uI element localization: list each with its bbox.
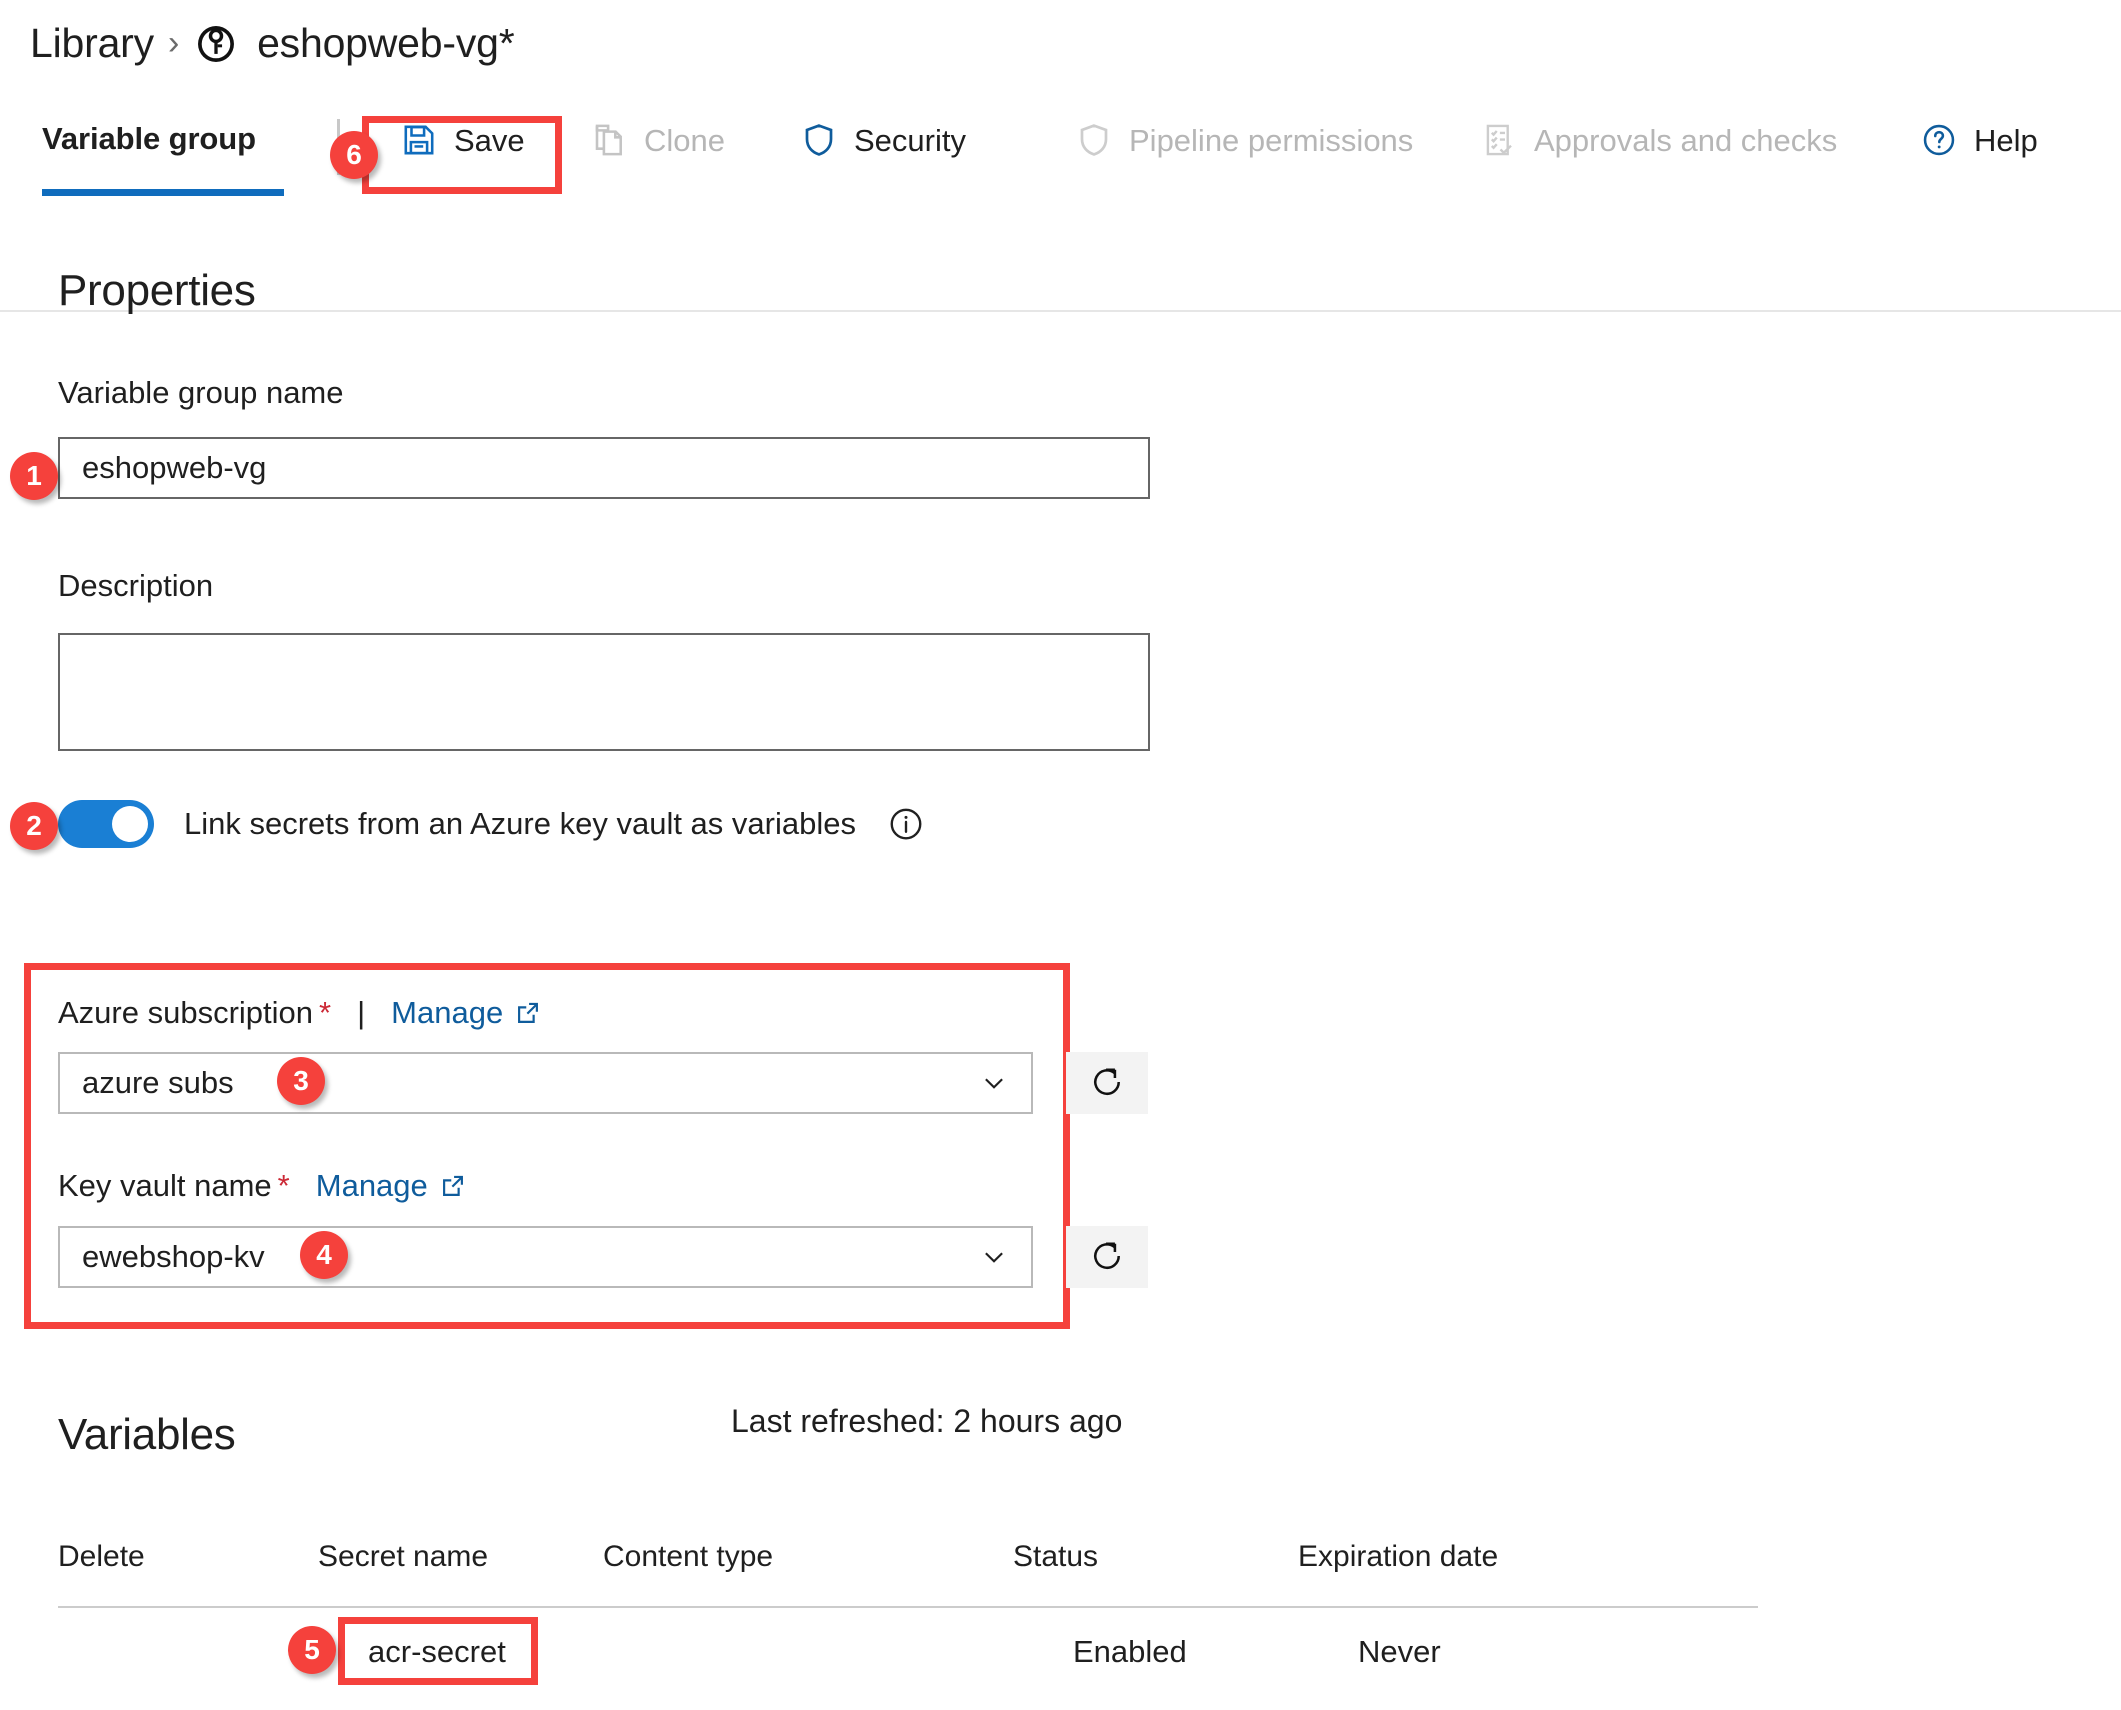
key-vault-required-mark: * [277,1168,290,1203]
step-badge-1: 1 [10,452,58,500]
step-badge-4: 4 [300,1231,348,1279]
help-button[interactable]: Help [1920,121,2038,159]
azure-subscription-value: azure subs [82,1065,234,1100]
key-vault-name-dropdown[interactable]: ewebshop-kv [58,1226,1033,1288]
save-highlight-box [362,116,562,194]
step-badge-5: 5 [288,1626,336,1674]
chevron-down-icon [979,1068,1009,1098]
refresh-icon-keyvault [1088,1237,1126,1278]
variable-group-name-label: Variable group name [58,375,344,410]
label-pipe-separator: | [357,995,366,1030]
refresh-subscriptions-button[interactable] [1066,1052,1148,1114]
external-link-icon-keyvault [440,1173,466,1199]
info-circle-icon[interactable] [886,804,926,844]
key-vault-name-label: Key vault name [58,1168,272,1203]
azure-subscription-label-row: Azure subscription * | Manage [58,995,541,1031]
link-secrets-toggle-label: Link secrets from an Azure key vault as … [184,806,856,841]
column-header-delete: Delete [58,1540,145,1573]
breadcrumb: Library › eshopweb-vg* [30,20,515,67]
clone-button[interactable]: Clone [590,121,725,159]
step-badge-2: 2 [10,802,58,850]
approvals-and-checks-label: Approvals and checks [1534,122,1838,158]
step-badge-3: 3 [277,1057,325,1105]
clone-copy-icon [590,121,628,159]
manage-key-vault-link[interactable]: Manage [316,1168,428,1204]
checklist-icon [1480,121,1518,159]
manage-subscription-link[interactable]: Manage [391,995,503,1031]
shield-outline-icon [1075,121,1113,159]
pipeline-permissions-button[interactable]: Pipeline permissions [1075,121,1413,159]
approvals-and-checks-button[interactable]: Approvals and checks [1480,121,1837,159]
link-secrets-toggle[interactable] [58,800,154,848]
page-title: eshopweb-vg* [257,20,515,66]
link-secrets-toggle-row: Link secrets from an Azure key vault as … [58,800,926,848]
last-refreshed-text: Last refreshed: 2 hours ago [731,1403,1123,1439]
external-link-icon [515,1000,541,1026]
shield-icon [800,121,838,159]
table-row-expiration-date: Never [1358,1634,1441,1669]
security-button-label: Security [854,122,966,158]
clone-button-label: Clone [644,122,725,158]
tab-variable-group[interactable]: Variable group [42,121,256,157]
variables-heading: Variables [58,1410,236,1459]
chevron-down-icon-keyvault [979,1242,1009,1272]
pipeline-permissions-label: Pipeline permissions [1129,122,1414,158]
help-button-label: Help [1974,122,2038,158]
variables-table-header: Delete Secret name Content type Status E… [58,1540,1758,1602]
variable-group-page: Library › eshopweb-vg* Variable group Sa… [0,0,2121,1710]
table-row-status: Enabled [1073,1634,1187,1669]
refresh-key-vaults-button[interactable] [1066,1226,1148,1288]
variables-table-divider [58,1606,1758,1608]
tab-active-underline [42,189,284,196]
azure-subscription-dropdown[interactable]: azure subs [58,1052,1033,1114]
question-circle-icon [1920,121,1958,159]
description-input[interactable] [58,633,1150,751]
breadcrumb-library-link[interactable]: Library [30,20,154,67]
properties-heading: Properties [58,266,256,315]
toolbar: Variable group Save Clone Security Pipel… [0,105,2121,312]
variable-group-name-input[interactable]: eshopweb-vg [58,437,1150,499]
key-vault-name-value: ewebshop-kv [82,1239,265,1274]
description-label: Description [58,568,214,603]
key-vault-name-label-row: Key vault name * Manage [58,1168,466,1204]
refresh-icon [1088,1063,1126,1104]
azure-subscription-required-mark: * [319,995,332,1030]
table-row-secret-name[interactable]: acr-secret [368,1634,506,1670]
column-header-status: Status [1013,1540,1099,1573]
variables-table: Delete Secret name Content type Status E… [58,1540,1758,1602]
breadcrumb-separator: › [167,24,180,62]
azure-subscription-label: Azure subscription [58,995,314,1030]
column-header-secret-name: Secret name [318,1540,489,1573]
step-badge-6: 6 [330,131,378,179]
security-button[interactable]: Security [800,121,966,159]
key-circle-icon [193,21,239,67]
column-header-expiration-date: Expiration date [1298,1540,1499,1573]
column-header-content-type: Content type [603,1540,774,1573]
toggle-knob [112,806,148,842]
toolbar-bottom-border [0,310,2121,312]
